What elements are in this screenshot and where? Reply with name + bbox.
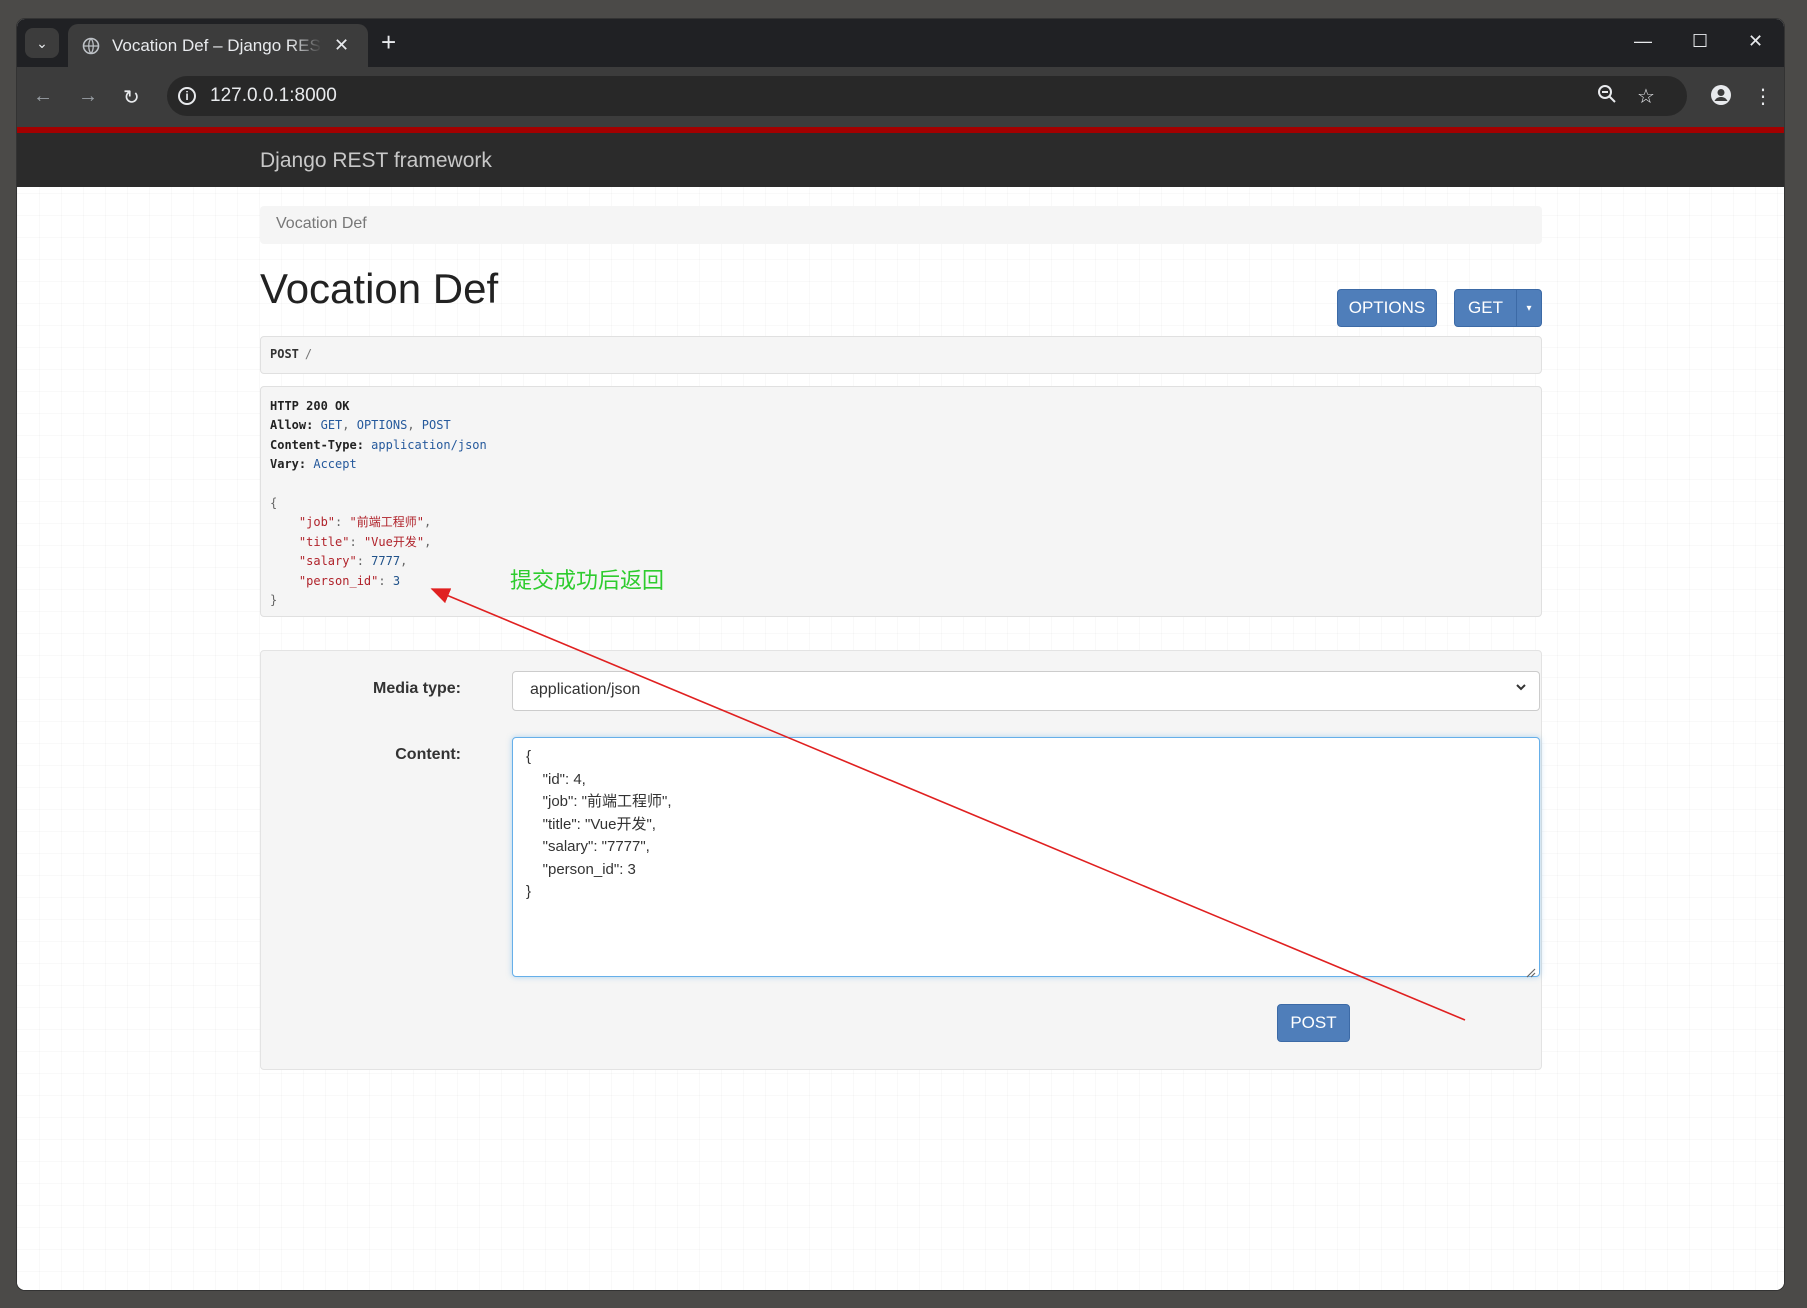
more-menu-icon[interactable]: ⋮	[1753, 84, 1773, 109]
chevron-down-icon	[1515, 680, 1527, 696]
content-text: { "id": 4, "job": "前端工程师", "title": "Vue…	[526, 748, 672, 900]
vary-header-key: Vary:	[270, 457, 307, 472]
json-key: "salary"	[298, 554, 357, 569]
site-info-icon[interactable]: i	[178, 87, 196, 105]
content-label: Content:	[395, 746, 461, 763]
browser-tab[interactable]: Vocation Def – Django REST framework ✕	[68, 24, 368, 67]
media-type-select[interactable]: application/json	[512, 671, 1540, 711]
close-window-icon[interactable]: ✕	[1748, 31, 1763, 52]
browser-window: ⌄ Vocation Def – Django REST framework ✕…	[17, 19, 1784, 1290]
breadcrumb: Vocation Def	[260, 206, 1542, 244]
content-textarea[interactable]: { "id": 4, "job": "前端工程师", "title": "Vue…	[512, 737, 1540, 978]
vary-value: Accept	[313, 457, 357, 472]
json-key: "job"	[298, 515, 336, 530]
top-navbar: Django REST framework	[17, 127, 1784, 187]
address-bar[interactable]: i 127.0.0.1:8000	[167, 76, 1687, 116]
allow-value: POST	[421, 418, 451, 433]
browser-toolbar: ← → ↻ i 127.0.0.1:8000 ☆ ⋮	[17, 67, 1784, 127]
media-type-label: Media type:	[372, 680, 461, 697]
request-path: /	[304, 347, 313, 361]
allow-value: GET	[320, 418, 343, 433]
content-type-value: application/json	[371, 437, 487, 452]
request-method: POST	[270, 347, 299, 361]
tab-title: Vocation Def – Django REST framework	[112, 35, 322, 55]
maximize-icon[interactable]: ☐	[1692, 31, 1708, 52]
brand-link[interactable]: Django REST framework	[260, 149, 492, 173]
json-key: "person_id"	[298, 573, 379, 588]
page-viewport: Django REST framework Vocation Def Vocat…	[17, 127, 1784, 1290]
content-type-header-key: Content-Type:	[270, 437, 364, 452]
post-button[interactable]: POST	[1277, 1004, 1350, 1042]
media-type-value: application/json	[530, 681, 641, 698]
json-value: 3	[392, 573, 401, 588]
annotation-text: 提交成功后返回	[510, 569, 665, 594]
reload-icon[interactable]: ↻	[123, 85, 140, 110]
page-title: Vocation Def	[260, 265, 499, 312]
json-value: 7777	[371, 554, 401, 569]
back-arrow-icon[interactable]: ←	[33, 85, 53, 108]
tab-close-icon[interactable]: ✕	[334, 35, 349, 56]
forward-arrow-icon[interactable]: →	[78, 85, 98, 108]
json-value: "Vue开发"	[363, 534, 425, 549]
tab-strip: ⌄ Vocation Def – Django REST framework ✕…	[17, 19, 1784, 67]
get-format-dropdown-icon[interactable]: ▾	[1516, 289, 1542, 327]
json-key: "title"	[298, 534, 350, 549]
resize-handle-icon[interactable]	[1526, 963, 1536, 978]
tab-search-chevron-icon[interactable]: ⌄	[25, 28, 59, 58]
minimize-icon[interactable]: —	[1634, 31, 1652, 52]
url-text: 127.0.0.1:8000	[210, 85, 337, 106]
bookmark-star-icon[interactable]: ☆	[1637, 84, 1655, 109]
allow-header-key: Allow:	[270, 418, 314, 433]
zoom-icon[interactable]	[1597, 84, 1617, 110]
request-info: POST /	[260, 336, 1542, 374]
new-tab-button[interactable]: +	[381, 29, 396, 55]
profile-avatar-icon[interactable]	[1710, 84, 1732, 112]
allow-value: OPTIONS	[356, 418, 408, 433]
response-info: HTTP 200 OK Allow: GET, OPTIONS, POST Co…	[260, 386, 1542, 617]
get-button[interactable]: GET	[1454, 289, 1517, 327]
json-value: "前端工程师"	[349, 515, 424, 530]
globe-icon	[82, 37, 100, 55]
raw-data-form: Media type: application/json Content: { …	[260, 650, 1542, 1070]
breadcrumb-item[interactable]: Vocation Def	[276, 215, 367, 232]
response-status: HTTP 200 OK	[270, 399, 350, 413]
options-button[interactable]: OPTIONS	[1337, 289, 1437, 327]
